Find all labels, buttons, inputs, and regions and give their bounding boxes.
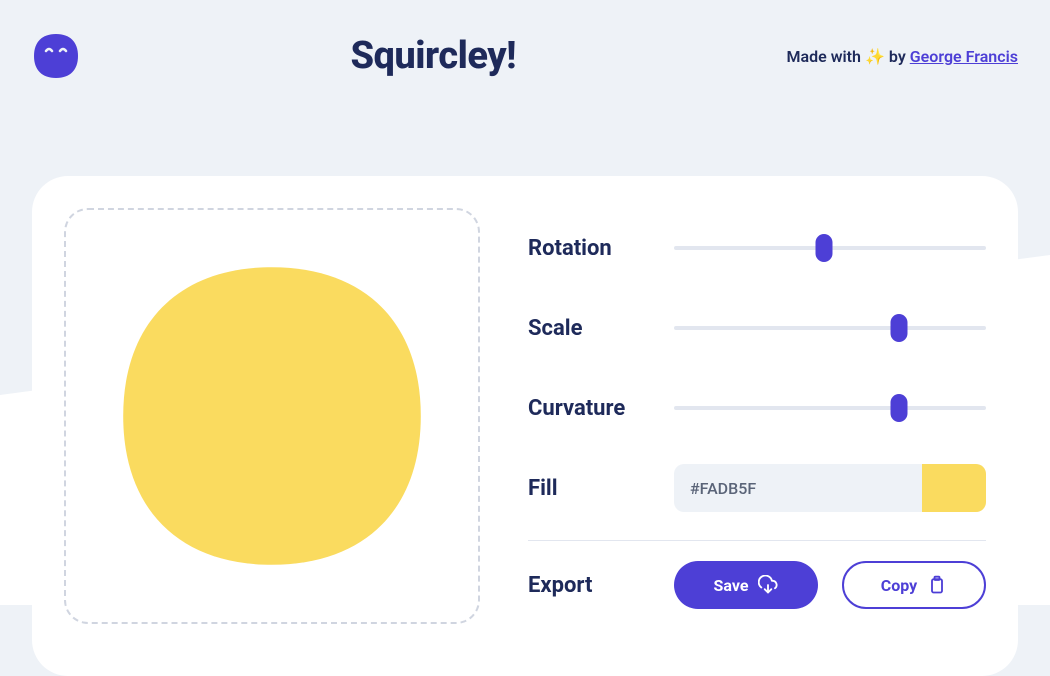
app-logo — [32, 32, 80, 80]
save-button[interactable]: Save — [674, 561, 818, 609]
rotation-label: Rotation — [528, 236, 612, 261]
export-row: Export Save Copy — [528, 561, 986, 609]
curvature-label: Curvature — [528, 396, 625, 421]
credit-prefix: Made with — [787, 47, 861, 66]
credit-author-link[interactable]: George Francis — [910, 47, 1018, 66]
controls-panel: Rotation Scale Curvature Fill — [528, 208, 986, 644]
fill-swatch[interactable] — [922, 464, 986, 512]
fill-label: Fill — [528, 476, 558, 501]
copy-button-label: Copy — [881, 576, 917, 595]
scale-slider-thumb[interactable] — [890, 314, 907, 342]
credit-by: by — [889, 47, 906, 66]
download-cloud-icon — [758, 575, 778, 595]
fill-row: Fill — [528, 448, 986, 528]
credit-text: Made with ✨ by George Francis — [787, 47, 1018, 66]
squircle-shape — [117, 261, 427, 571]
scale-label: Scale — [528, 316, 582, 341]
app-title: Squircley! — [350, 34, 516, 78]
divider — [528, 540, 986, 541]
fill-input[interactable] — [674, 479, 922, 498]
fill-input-wrap — [674, 464, 986, 512]
export-label: Export — [528, 573, 592, 598]
rotation-slider[interactable] — [674, 246, 986, 250]
rotation-slider-thumb[interactable] — [815, 234, 832, 262]
curvature-slider-thumb[interactable] — [890, 394, 907, 422]
curvature-row: Curvature — [528, 368, 986, 448]
curvature-slider[interactable] — [674, 406, 986, 410]
sparkle-icon: ✨ — [865, 47, 885, 66]
clipboard-icon — [927, 575, 947, 595]
save-button-label: Save — [714, 576, 749, 595]
rotation-row: Rotation — [528, 208, 986, 288]
main-card: Rotation Scale Curvature Fill — [32, 176, 1018, 676]
header: Squircley! Made with ✨ by George Francis — [0, 0, 1050, 80]
scale-slider[interactable] — [674, 326, 986, 330]
export-buttons: Save Copy — [674, 561, 986, 609]
preview-box — [64, 208, 480, 624]
scale-row: Scale — [528, 288, 986, 368]
copy-button[interactable]: Copy — [842, 561, 986, 609]
